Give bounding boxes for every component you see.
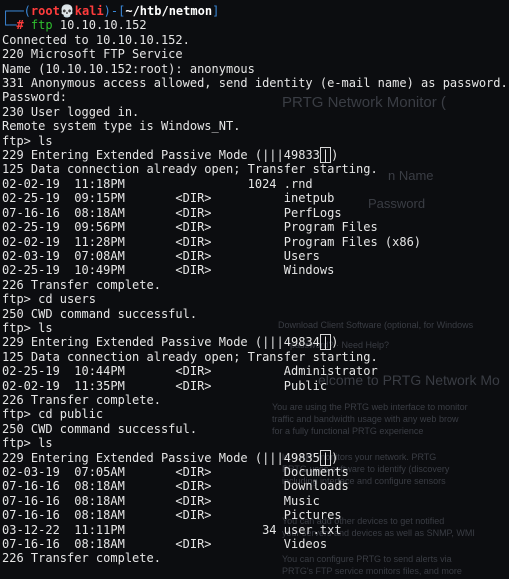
terminal-line: 02-03-19 07:08AM <DIR> Users	[2, 248, 320, 263]
terminal-line: 331 Anonymous access allowed, send ident…	[2, 76, 508, 91]
command-name: ftp	[30, 18, 53, 33]
terminal-line: ftp> ls	[2, 320, 53, 335]
terminal-line: 02-25-19 09:15PM <DIR> inetpub	[2, 191, 335, 206]
terminal-line: 226 Transfer complete.	[2, 551, 161, 566]
terminal-line: 02-02-19 11:18PM 1024 .rnd	[2, 176, 313, 191]
terminal-line: 07-16-16 08:18AM <DIR> PerfLogs	[2, 205, 342, 220]
terminal-line: 229 Entering Extended Passive Mode (|||4…	[2, 449, 339, 466]
terminal-line: 220 Microsoft FTP Service	[2, 47, 183, 62]
terminal-line: 02-25-19 10:49PM <DIR> Windows	[2, 263, 335, 278]
terminal-line: 230 User logged in.	[2, 104, 140, 119]
command-arg: 10.10.10.152	[59, 18, 147, 33]
prompt-line-command: └─# ftp 10.10.10.152	[2, 18, 147, 33]
terminal-line: 07-16-16 08:18AM <DIR> Music	[2, 493, 320, 508]
prompt-host: kali	[74, 4, 104, 18]
terminal-line: 07-16-16 08:18AM <DIR> Videos	[2, 537, 328, 552]
terminal-line: 03-12-22 11:11PM 34 user.txt	[2, 522, 342, 537]
terminal-output: ┌──(root💀kali)-[~/htb/netmon] └─# ftp 10…	[0, 4, 509, 566]
prompt-cwd: ~/htb/netmon	[125, 4, 213, 18]
terminal-line: 229 Entering Extended Passive Mode (|||4…	[2, 334, 339, 351]
terminal-line: 02-03-19 07:05AM <DIR> Documents	[2, 465, 349, 479]
terminal-line: 229 Entering Extended Passive Mode (|||4…	[2, 147, 339, 164]
terminal-line: Connected to 10.10.10.152.	[2, 32, 190, 47]
terminal-line: 02-02-19 11:28PM <DIR> Program Files (x8…	[2, 234, 422, 249]
terminal-line: ftp> cd users	[2, 292, 96, 307]
terminal-line: ftp> cd public	[2, 407, 104, 422]
terminal-line: 07-16-16 08:18AM <DIR> Pictures	[2, 508, 342, 523]
terminal-line: 02-25-19 09:56PM <DIR> Program Files	[2, 220, 378, 235]
skull-icon: 💀	[59, 4, 75, 18]
prompt-line-top: ┌──(root💀kali)-[~/htb/netmon]	[2, 4, 220, 18]
terminal-line: 02-02-19 11:35PM <DIR> Public	[2, 378, 328, 393]
terminal-line: ftp> ls	[2, 133, 53, 148]
prompt-user: root	[30, 4, 60, 18]
terminal-line: 07-16-16 08:18AM <DIR> Downloads	[2, 479, 349, 494]
terminal-window[interactable]: PRTG Network Monitor ( n Name Password D…	[0, 0, 509, 579]
terminal-line: ftp> ls	[2, 436, 53, 451]
terminal-line: Remote system type is Windows_NT.	[2, 119, 241, 134]
terminal-line: 125 Data connection already open; Transf…	[2, 162, 378, 177]
terminal-line: 226 Transfer complete.	[2, 277, 161, 292]
terminal-line: 125 Data connection already open; Transf…	[2, 349, 378, 364]
terminal-line: Name (10.10.10.152:root): anonymous	[2, 61, 255, 76]
terminal-line: 226 Transfer complete.	[2, 392, 161, 407]
terminal-line: 250 CWD command successful.	[2, 421, 198, 436]
terminal-line: Password:	[2, 90, 68, 105]
ghost-text: PRTG's FTP service monitors files, and m…	[282, 566, 462, 576]
terminal-line: 250 CWD command successful.	[2, 306, 198, 321]
terminal-line: 02-25-19 10:44PM <DIR> Administrator	[2, 364, 378, 379]
